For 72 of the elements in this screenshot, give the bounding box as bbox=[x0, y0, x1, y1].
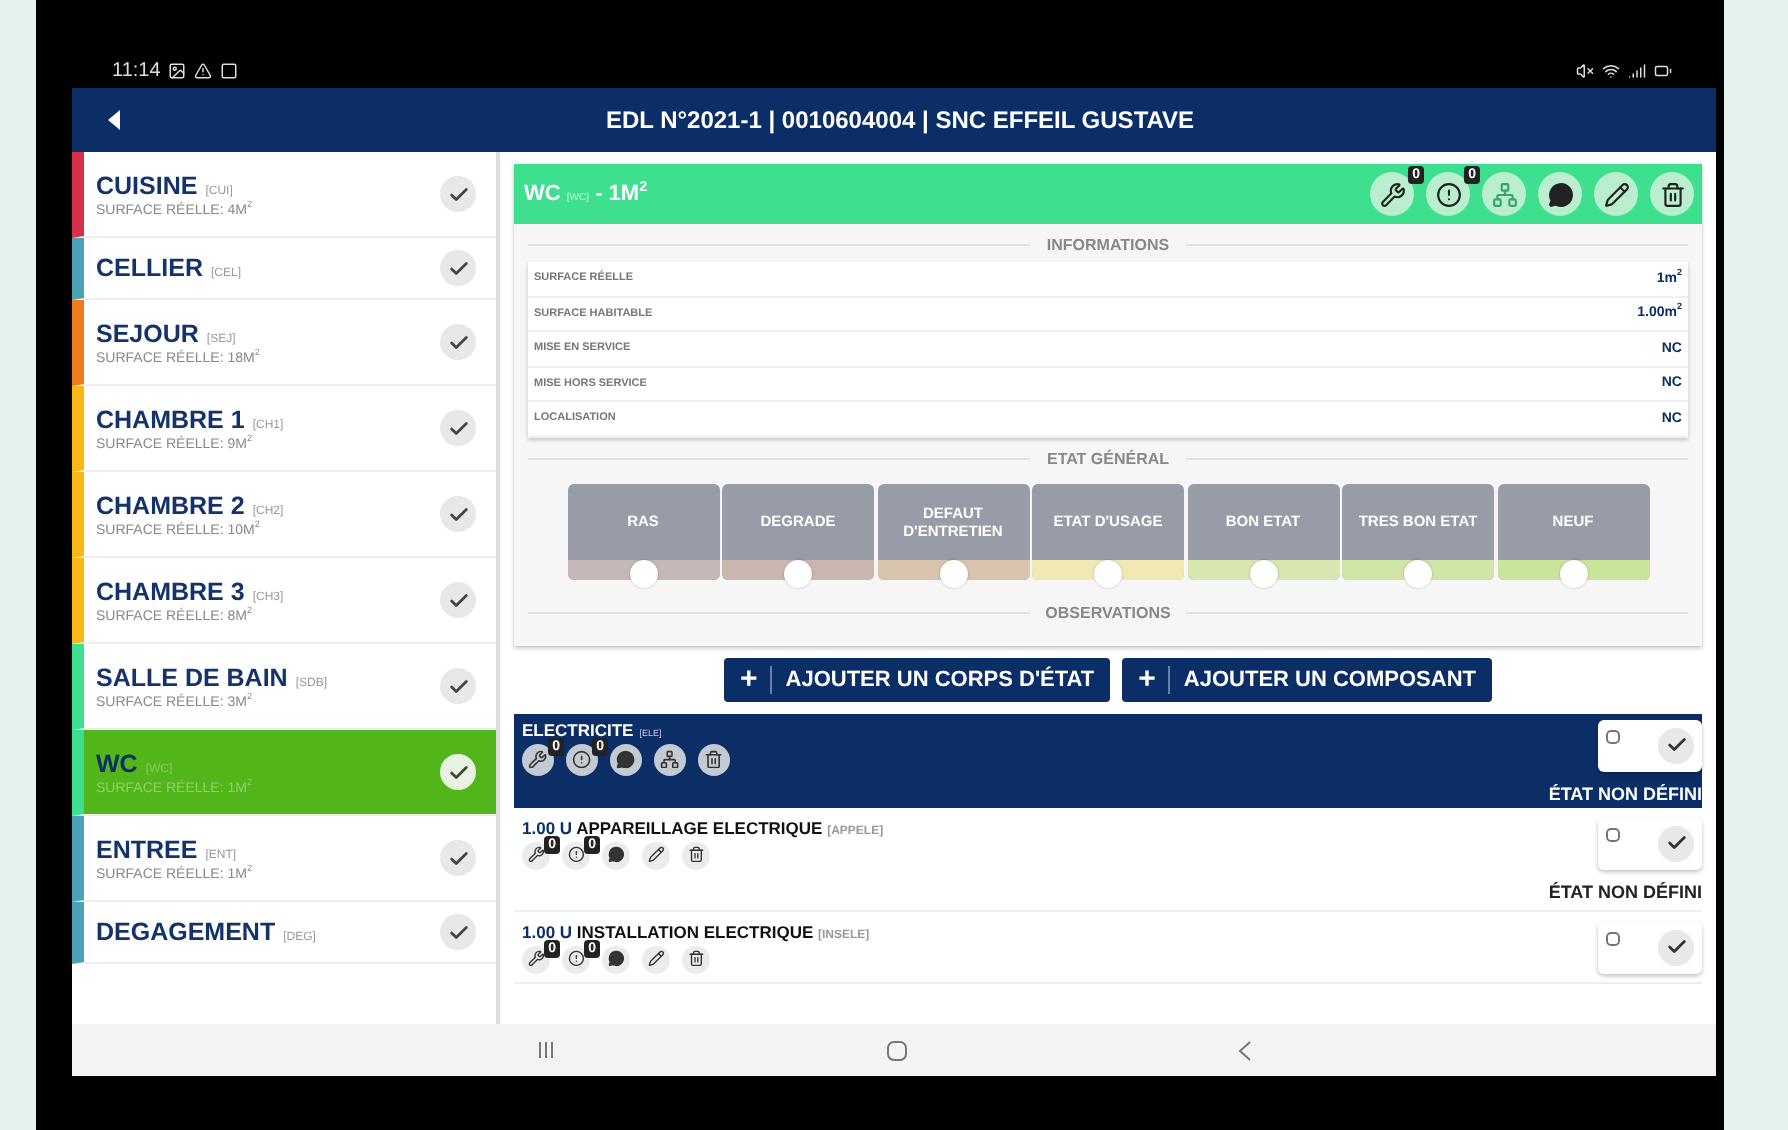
alert-icon[interactable] bbox=[566, 743, 598, 775]
radio-dot[interactable] bbox=[1094, 559, 1122, 587]
page-title: EDL N°2021-1 | 0010604004 | SNC EFFEIL GUSTAVE bbox=[603, 106, 1197, 134]
radio-dot[interactable] bbox=[629, 559, 657, 587]
check-icon[interactable] bbox=[440, 754, 476, 790]
back-icon[interactable] bbox=[108, 110, 120, 130]
check-icon[interactable] bbox=[1658, 929, 1694, 965]
room-name: WC bbox=[96, 749, 138, 777]
wrench-icon[interactable] bbox=[522, 945, 550, 973]
check-icon[interactable] bbox=[440, 840, 476, 876]
comment-icon[interactable] bbox=[1538, 172, 1582, 216]
hierarchy-icon[interactable] bbox=[654, 743, 686, 775]
room-name: SEJOUR bbox=[96, 319, 199, 347]
comment-icon[interactable] bbox=[602, 841, 630, 869]
room-name: DEGAGEMENT bbox=[96, 918, 276, 946]
section-title: INFORMATIONS bbox=[1046, 236, 1170, 254]
radio-dot[interactable] bbox=[939, 559, 967, 587]
check-icon[interactable] bbox=[1658, 825, 1694, 861]
check-icon[interactable] bbox=[440, 410, 476, 446]
room-name: CHAMBRE 2 bbox=[96, 491, 245, 519]
clock: 11:14 bbox=[112, 59, 161, 81]
trash-icon[interactable] bbox=[698, 743, 730, 775]
radio-dot[interactable] bbox=[1404, 559, 1432, 587]
comment-icon[interactable] bbox=[602, 945, 630, 973]
trash-icon[interactable] bbox=[682, 945, 710, 973]
room-name: SALLE DE BAIN bbox=[96, 663, 288, 691]
trash-icon[interactable] bbox=[1650, 172, 1694, 216]
pencil-icon[interactable] bbox=[642, 945, 670, 973]
radio-dot[interactable] bbox=[1559, 559, 1587, 587]
checkbox[interactable] bbox=[1606, 827, 1620, 841]
radio-dot[interactable] bbox=[1249, 559, 1277, 587]
check-icon[interactable] bbox=[440, 582, 476, 618]
add-button[interactable]: + AJOUTER UN COMPOSANT bbox=[1122, 657, 1492, 701]
alert-icon[interactable] bbox=[562, 945, 590, 973]
room-name: CHAMBRE 1 bbox=[96, 405, 245, 433]
signal-icon bbox=[1628, 61, 1646, 79]
check-icon[interactable] bbox=[440, 176, 476, 212]
check-icon[interactable] bbox=[440, 668, 476, 704]
wrench-icon[interactable] bbox=[522, 743, 554, 775]
wrench-icon[interactable] bbox=[522, 841, 550, 869]
checkbox[interactable] bbox=[1606, 729, 1620, 743]
room-name: CHAMBRE 3 bbox=[96, 577, 245, 605]
alert-icon[interactable] bbox=[1426, 172, 1470, 216]
check-icon[interactable] bbox=[440, 324, 476, 360]
section-title: ETAT GÉNÉRAL bbox=[1046, 449, 1170, 467]
battery-icon bbox=[1654, 61, 1672, 79]
state-label: ÉTAT NON DÉFINI bbox=[1548, 783, 1702, 803]
image-icon bbox=[168, 61, 187, 79]
radio-dot[interactable] bbox=[784, 559, 812, 587]
pencil-icon[interactable] bbox=[1594, 172, 1638, 216]
warning-icon bbox=[194, 61, 213, 79]
section-title: OBSERVATIONS bbox=[1045, 603, 1171, 621]
comment-icon[interactable] bbox=[610, 743, 642, 775]
state-label: ÉTAT NON DÉFINI bbox=[1548, 881, 1702, 901]
alert-icon[interactable] bbox=[562, 841, 590, 869]
trash-icon[interactable] bbox=[682, 841, 710, 869]
check-icon[interactable] bbox=[440, 250, 476, 286]
check-icon[interactable] bbox=[1658, 727, 1694, 763]
mute-icon bbox=[1576, 61, 1594, 79]
check-icon[interactable] bbox=[440, 496, 476, 532]
home-icon[interactable] bbox=[885, 1039, 908, 1061]
tools-icon[interactable] bbox=[1370, 172, 1414, 216]
checkbox[interactable] bbox=[1606, 931, 1620, 945]
check-icon[interactable] bbox=[440, 914, 476, 950]
recent-apps-icon[interactable] bbox=[536, 1040, 557, 1060]
room-name: CELLIER bbox=[96, 254, 203, 282]
room-name: CUISINE bbox=[96, 171, 198, 199]
wifi-icon bbox=[1602, 61, 1620, 79]
square-icon bbox=[220, 61, 239, 79]
pencil-icon[interactable] bbox=[642, 841, 670, 869]
add-button[interactable]: + AJOUTER UN CORPS D'ÉTAT bbox=[724, 657, 1111, 701]
room-name: ENTREE bbox=[96, 835, 198, 863]
